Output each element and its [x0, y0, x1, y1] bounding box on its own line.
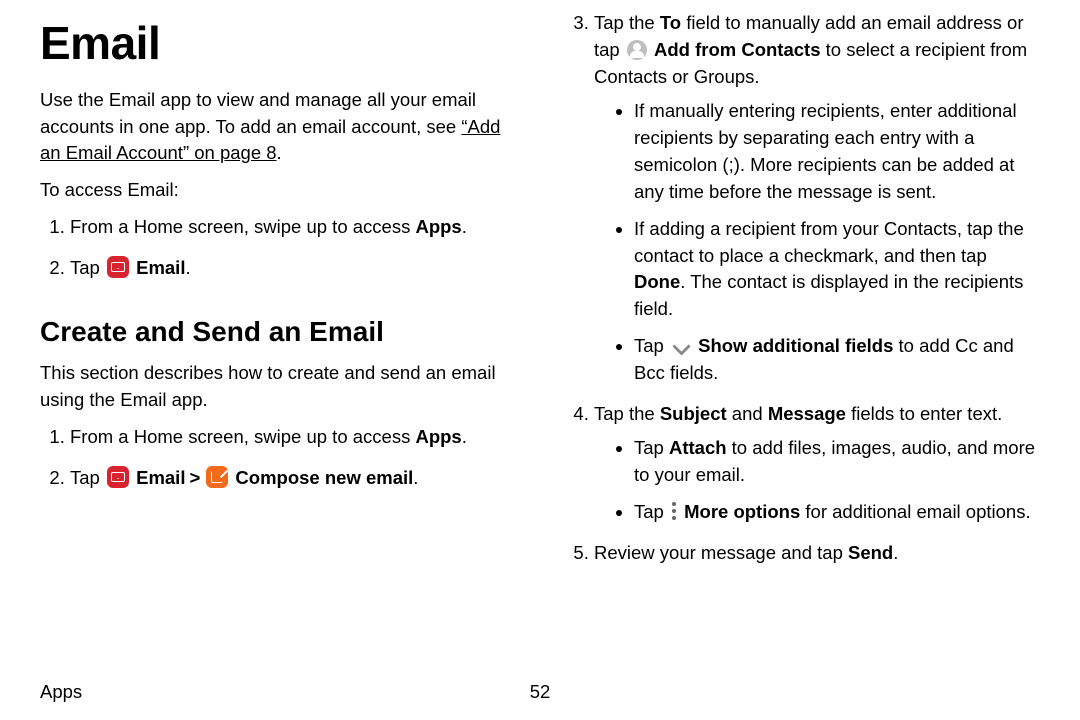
step-text: and — [727, 403, 768, 424]
to-access-label: To access Email: — [40, 177, 516, 204]
create-step-5: Review your message and tap Send. — [594, 540, 1040, 567]
step4-bullets: Tap Attach to add files, images, audio, … — [594, 435, 1040, 525]
intro-text: Use the Email app to view and manage all… — [40, 89, 476, 137]
page-title: Email — [40, 10, 516, 77]
message-bold: Message — [768, 403, 846, 424]
done-bold: Done — [634, 271, 680, 292]
page-footer: Apps 52 — [40, 679, 1040, 706]
access-step-2: Tap Email. — [70, 255, 516, 282]
attach-bold: Attach — [669, 437, 727, 458]
contact-icon — [627, 40, 647, 60]
intro-period: . — [277, 142, 282, 163]
step-period: . — [413, 467, 418, 488]
step4-bullet-moreoptions: Tap More options for additional email op… — [634, 499, 1040, 526]
section-intro: This section describes how to create and… — [40, 360, 516, 414]
create-step-3: Tap the To field to manually add an emai… — [594, 10, 1040, 387]
step-period: . — [462, 426, 467, 447]
access-steps-list: From a Home screen, swipe up to access A… — [40, 214, 516, 282]
step3-bullet-additional: Tap Show additional fields to add Cc and… — [634, 333, 1040, 387]
create-step-4: Tap the Subject and Message fields to en… — [594, 401, 1040, 526]
apps-bold: Apps — [415, 216, 461, 237]
send-bold: Send — [848, 542, 893, 563]
step-text: Tap the — [594, 12, 660, 33]
create-step-1: From a Home screen, swipe up to access A… — [70, 424, 516, 451]
step-period: . — [185, 257, 190, 278]
step-period: . — [893, 542, 898, 563]
compose-icon — [206, 466, 228, 488]
bullet-text: Tap — [634, 437, 669, 458]
bullet-text: for additional email options. — [800, 501, 1030, 522]
step-text: fields to enter text. — [846, 403, 1002, 424]
bullet-text: . The contact is displayed in the recipi… — [634, 271, 1023, 319]
intro-paragraph: Use the Email app to view and manage all… — [40, 87, 516, 167]
bullet-text: Tap — [634, 501, 669, 522]
page-number: 52 — [530, 679, 551, 706]
tap-text: Tap — [70, 257, 105, 278]
step3-bullet-contacts: If adding a recipient from your Contacts… — [634, 216, 1040, 323]
subject-bold: Subject — [660, 403, 727, 424]
apps-bold: Apps — [415, 426, 461, 447]
footer-section-label: Apps — [40, 681, 82, 702]
show-additional-bold: Show additional fields — [698, 335, 893, 356]
bullet-text: Tap — [634, 335, 669, 356]
step-text: Tap the — [594, 403, 660, 424]
add-from-contacts-bold: Add from Contacts — [654, 39, 821, 60]
right-column: Tap the To field to manually add an emai… — [564, 10, 1040, 720]
create-step-2: Tap Email> Compose new email. — [70, 465, 516, 492]
step-period: . — [462, 216, 467, 237]
step4-bullet-attach: Tap Attach to add files, images, audio, … — [634, 435, 1040, 489]
create-steps-list-cont: Tap the To field to manually add an emai… — [564, 10, 1040, 567]
email-bold: Email — [136, 257, 185, 278]
section-heading-create: Create and Send an Email — [40, 312, 516, 353]
step-text: From a Home screen, swipe up to access — [70, 216, 415, 237]
step3-bullet-manual: If manually entering recipients, enter a… — [634, 98, 1040, 205]
more-options-bold: More options — [684, 501, 800, 522]
tap-text: Tap — [70, 467, 105, 488]
step3-bullets: If manually entering recipients, enter a… — [594, 98, 1040, 386]
step-text: From a Home screen, swipe up to access — [70, 426, 415, 447]
email-app-icon — [107, 466, 129, 488]
compose-bold: Compose new email — [235, 467, 413, 488]
access-step-1: From a Home screen, swipe up to access A… — [70, 214, 516, 241]
chevron-down-icon — [671, 336, 691, 356]
left-column: Email Use the Email app to view and mana… — [40, 10, 516, 720]
to-field-bold: To — [660, 12, 681, 33]
more-options-icon — [671, 501, 677, 521]
bullet-text: If adding a recipient from your Contacts… — [634, 218, 1024, 266]
email-app-icon — [107, 256, 129, 278]
chevron-right-icon: > — [189, 465, 200, 492]
step-text: Review your message and tap — [594, 542, 848, 563]
create-steps-list: From a Home screen, swipe up to access A… — [40, 424, 516, 492]
email-bold: Email — [136, 467, 185, 488]
